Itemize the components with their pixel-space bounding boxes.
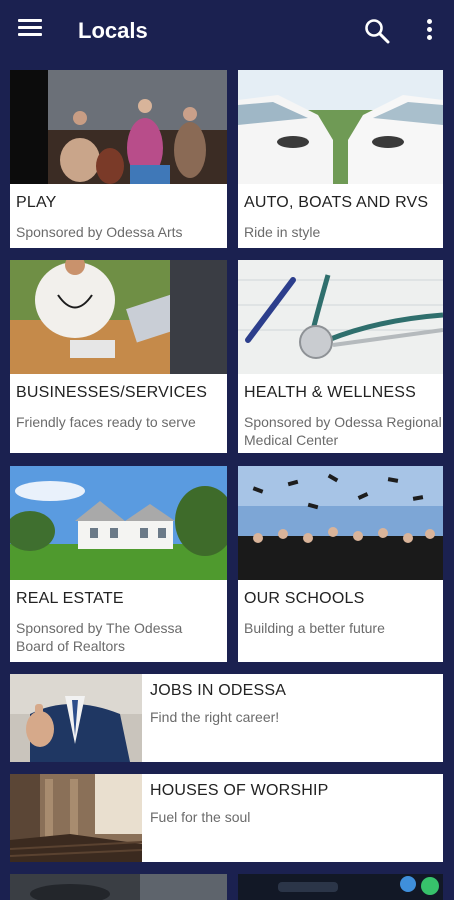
category-title: PLAY [16, 194, 57, 211]
partial-image [10, 874, 227, 900]
category-title: HEALTH & WELLNESS [244, 384, 417, 401]
category-card-worship[interactable]: HOUSES OF WORSHIP Fuel for the soul [10, 774, 443, 862]
category-subtitle: Building a better future [244, 620, 385, 636]
category-card-businesses[interactable]: BUSINESSES/SERVICES Friendly faces ready… [10, 260, 227, 453]
play-image [10, 70, 227, 184]
category-card-partial-right[interactable] [238, 874, 443, 900]
category-subtitle: Fuel for the soul [150, 809, 251, 825]
category-card-real-estate[interactable]: REAL ESTATE Sponsored by The Odessa Boar… [10, 466, 227, 662]
worship-image [10, 774, 142, 862]
category-card-play[interactable]: PLAY Sponsored by Odessa Arts [10, 70, 227, 248]
page-title: Locals [78, 18, 148, 43]
category-title: REAL ESTATE [16, 590, 124, 607]
category-title: BUSINESSES/SERVICES [16, 384, 208, 401]
schools-image [238, 466, 443, 580]
category-subtitle: Find the right career! [150, 709, 280, 725]
category-title: OUR SCHOOLS [244, 590, 365, 607]
partial-image [238, 874, 443, 900]
category-title: HOUSES OF WORSHIP [150, 782, 329, 799]
category-subtitle: Sponsored by Odessa Arts [16, 224, 183, 240]
category-subtitle: Ride in style [244, 224, 321, 240]
category-subtitle: Sponsored by The Odessa Board of Realtor… [16, 620, 183, 654]
jobs-image [10, 674, 142, 762]
auto-image [238, 70, 443, 184]
category-title: JOBS IN ODESSA [150, 682, 287, 699]
businesses-image [10, 260, 227, 374]
category-title: AUTO, BOATS AND RVS [244, 194, 429, 211]
category-card-auto[interactable]: AUTO, BOATS AND RVS Ride in style [238, 70, 443, 248]
real-estate-image [10, 466, 227, 580]
category-subtitle: Sponsored by Odessa Regional Medical Cen… [244, 414, 442, 448]
hamburger-menu-icon[interactable] [18, 19, 42, 39]
category-subtitle: Friendly faces ready to serve [16, 414, 196, 430]
category-card-schools[interactable]: OUR SCHOOLS Building a better future [238, 466, 443, 662]
health-image [238, 260, 443, 374]
more-vert-icon[interactable] [420, 19, 438, 43]
category-card-jobs[interactable]: JOBS IN ODESSA Find the right career! [10, 674, 443, 762]
search-icon[interactable] [364, 18, 390, 44]
category-card-partial-left[interactable] [10, 874, 227, 900]
category-card-health[interactable]: HEALTH & WELLNESS Sponsored by Odessa Re… [238, 260, 443, 453]
app-bar: Locals [0, 0, 454, 62]
